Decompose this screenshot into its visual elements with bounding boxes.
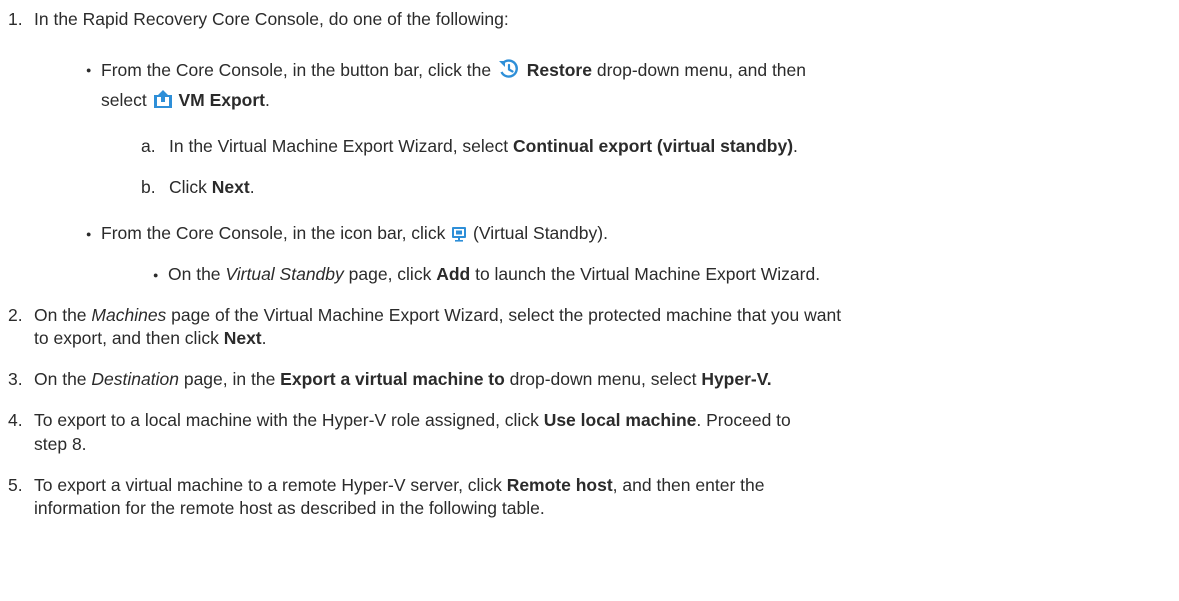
restore-icon bbox=[496, 58, 522, 85]
step-text-bold: Remote host bbox=[506, 475, 613, 495]
step-number: 2. bbox=[8, 305, 23, 325]
step-number: 1. bbox=[8, 9, 23, 29]
step-text-post: page of the Virtual Machine Export Wizar… bbox=[166, 305, 842, 325]
step-number: 4. bbox=[8, 410, 23, 430]
step-text-bold: Export a virtual machine to bbox=[280, 369, 505, 389]
step-text-pre: On the bbox=[34, 305, 92, 325]
bullet-dot: ● bbox=[86, 65, 92, 75]
step-text: To export to a local machine with the Hy… bbox=[34, 409, 791, 431]
step-text: On the Machines page of the Virtual Mach… bbox=[34, 304, 841, 326]
vm-export-icon bbox=[152, 88, 174, 115]
substep-text-pre: Click bbox=[169, 177, 212, 197]
bullet-dot: ● bbox=[86, 229, 92, 239]
step-text-em: Machines bbox=[91, 305, 167, 325]
step-text-post: . Proceed to bbox=[696, 410, 791, 430]
step-text-pre: On the bbox=[34, 369, 92, 389]
step-text: To export a virtual machine to a remote … bbox=[34, 474, 764, 496]
step-text-bold: Hyper-V. bbox=[701, 369, 772, 389]
step-text-em: Destination bbox=[91, 369, 179, 389]
bullet-text-pre2: select bbox=[101, 90, 152, 110]
subbullet-em: Virtual Standby bbox=[225, 264, 344, 284]
bullet-text-post2: . bbox=[265, 90, 270, 110]
subbullet-post: to launch the Virtual Machine Export Wiz… bbox=[470, 264, 821, 284]
bullet-text-post: (Virtual Standby). bbox=[468, 223, 608, 243]
step-text-pre: To export a virtual machine to a remote … bbox=[34, 475, 507, 495]
step-text: On the Destination page, in the Export a… bbox=[34, 368, 772, 390]
substep-text-post: . bbox=[249, 177, 255, 197]
step-text-pre: to export, and then click bbox=[34, 328, 224, 348]
bullet-text: From the Core Console, in the button bar… bbox=[101, 58, 806, 85]
subbullet-text: On the Virtual Standby page, click Add t… bbox=[168, 263, 820, 285]
step-text-bold: Next bbox=[223, 328, 262, 348]
bullet-text-pre: From the Core Console, in the button bar… bbox=[101, 60, 496, 80]
step-text: In the Rapid Recovery Core Console, do o… bbox=[34, 9, 509, 29]
step-text-line2: to export, and then click Next. bbox=[34, 327, 267, 349]
step-number: 5. bbox=[8, 475, 23, 495]
step-text-line2: information for the remote host as descr… bbox=[34, 498, 545, 518]
substep-bold: Continual export (virtual standby) bbox=[513, 136, 794, 156]
bullet-text: From the Core Console, in the icon bar, … bbox=[101, 222, 608, 248]
substep-letter: a. bbox=[141, 136, 156, 156]
bullet-dot: ● bbox=[153, 270, 159, 280]
substep-bold: Next bbox=[211, 177, 250, 197]
substep-text-pre: In the Virtual Machine Export Wizard, se… bbox=[169, 136, 513, 156]
virtual-standby-icon bbox=[450, 225, 468, 248]
subbullet-bold: Add bbox=[436, 264, 471, 284]
step-text-post: . bbox=[261, 328, 267, 348]
bullet-text-pre: From the Core Console, in the icon bar, … bbox=[101, 223, 451, 243]
substep-text: In the Virtual Machine Export Wizard, se… bbox=[169, 135, 798, 157]
step-text-pre: To export to a local machine with the Hy… bbox=[34, 410, 544, 430]
restore-label: Restore bbox=[526, 60, 592, 80]
step-number: 3. bbox=[8, 369, 23, 389]
bullet-text-post: drop-down menu, and then bbox=[591, 60, 807, 80]
subbullet-pre: On the bbox=[168, 264, 226, 284]
step-text-mid: drop-down menu, select bbox=[504, 369, 702, 389]
substep-text: Click Next. bbox=[169, 176, 255, 198]
step-text-bold: Use local machine bbox=[543, 410, 697, 430]
step-text-line2: step 8. bbox=[34, 434, 87, 454]
subbullet-mid: page, click bbox=[343, 264, 437, 284]
bullet-text-line2: select VM Export. bbox=[101, 88, 270, 115]
substep-text-post: . bbox=[793, 136, 798, 156]
step-text-mid: page, in the bbox=[178, 369, 281, 389]
substep-letter: b. bbox=[141, 177, 156, 197]
vm-export-label: VM Export bbox=[178, 90, 265, 110]
step-text-post: , and then enter the bbox=[612, 475, 765, 495]
